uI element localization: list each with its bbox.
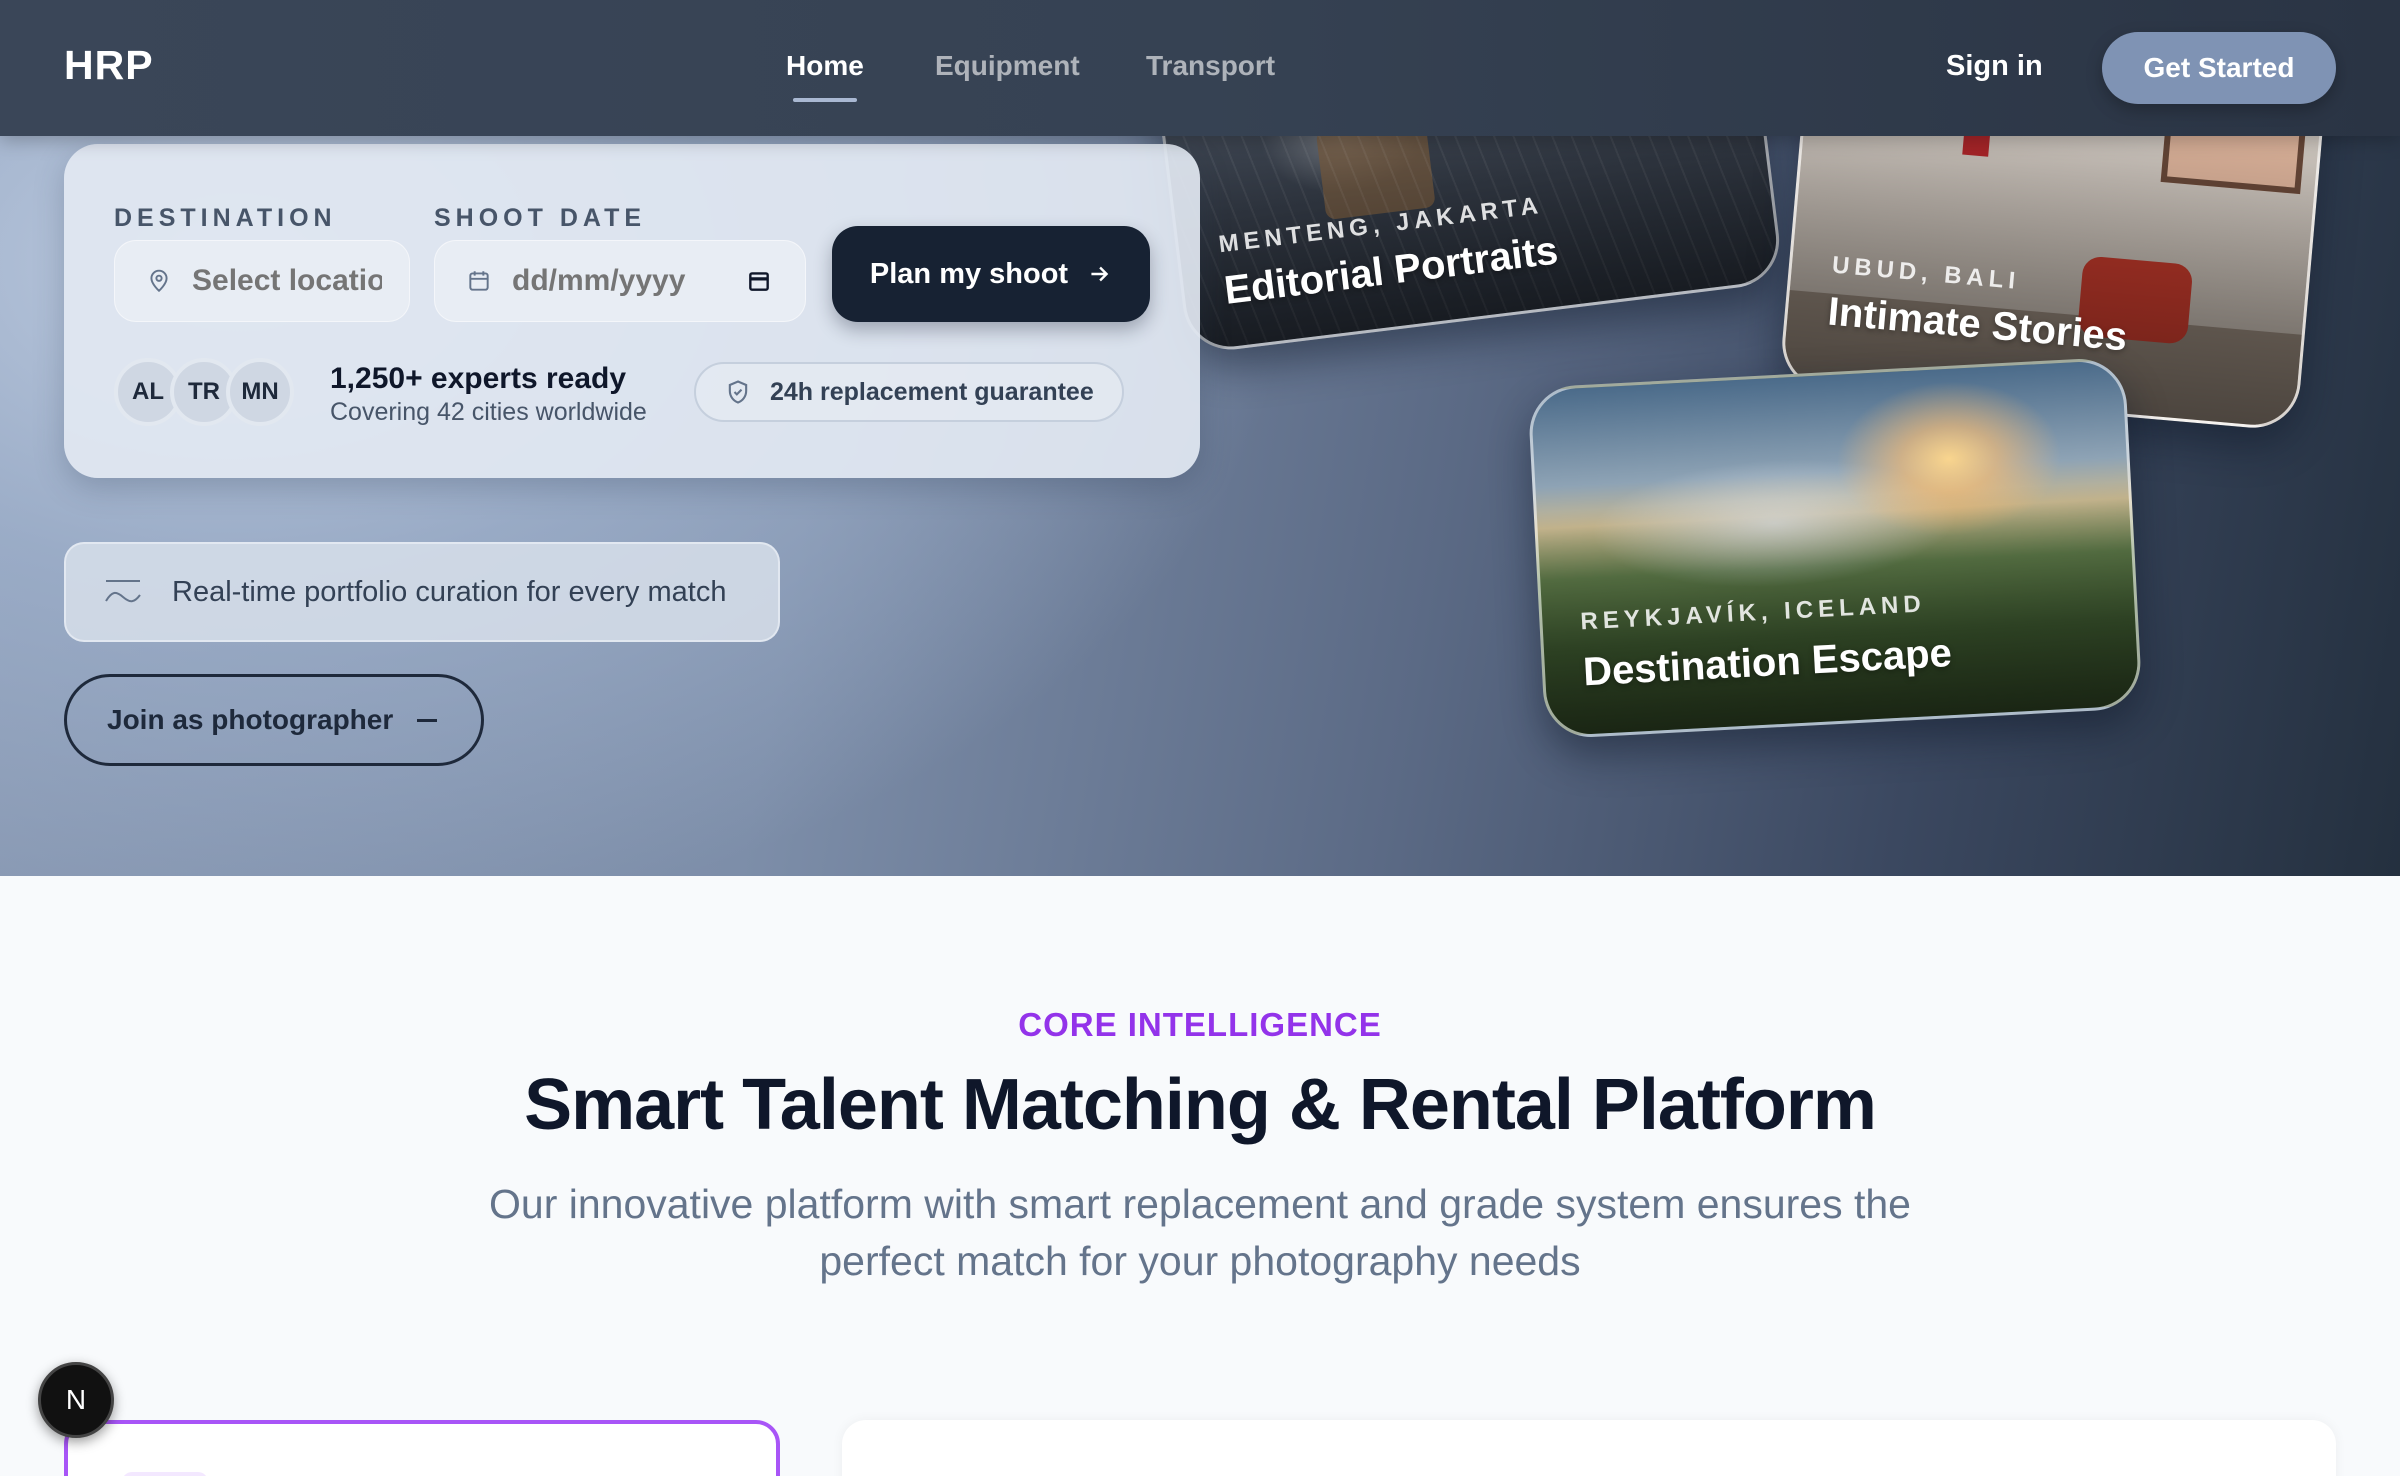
n-logo-icon: N: [66, 1384, 86, 1415]
search-card: DESTINATION SHOOT DATE Plan my shoot AL …: [64, 144, 1200, 478]
curation-text: Real-time portfolio curation for every m…: [172, 575, 727, 608]
plan-my-shoot-button[interactable]: Plan my shoot: [832, 226, 1150, 322]
shoot-date-input[interactable]: [512, 260, 712, 302]
map-pin-icon: [150, 269, 168, 293]
nextjs-dev-badge[interactable]: N: [38, 1362, 114, 1438]
plan-button-label: Plan my shoot: [869, 257, 1069, 290]
nav-home[interactable]: Home: [786, 50, 864, 102]
wave-icon: [105, 580, 141, 603]
guarantee-badge: 24h replacement guarantee: [694, 362, 1124, 422]
nav-transport[interactable]: Transport: [1146, 50, 1275, 82]
card-destination-escape[interactable]: REYKJAVÍK, ICELAND Destination Escape: [1527, 356, 2143, 740]
svg-text:N: N: [66, 1384, 86, 1415]
shoot-date-field[interactable]: [434, 240, 806, 322]
calendar-icon: [469, 271, 489, 291]
experts-count: 1,250+ experts ready: [330, 362, 627, 395]
shoot-date-label: SHOOT DATE: [434, 204, 647, 232]
calendar-picker-icon[interactable]: [746, 268, 772, 294]
destination-field[interactable]: [114, 240, 410, 322]
curation-banner: Real-time portfolio curation for every m…: [64, 542, 780, 642]
destination-input[interactable]: [192, 260, 382, 302]
section-subtitle: Our innovative platform with smart repla…: [489, 1181, 1911, 1284]
avatar: MN: [226, 358, 294, 426]
join-as-photographer-button[interactable]: Join as photographer: [64, 674, 484, 766]
dash-icon: [417, 718, 438, 722]
section-title: Smart Talent Matching & Rental Platform: [524, 1065, 1877, 1145]
section-kicker: CORE INTELLIGENCE: [1018, 1006, 1382, 1043]
coverage-text: Covering 42 cities worldwide: [330, 398, 647, 426]
feature-chip: [122, 1472, 208, 1476]
feature-card[interactable]: [842, 1420, 2336, 1476]
shield-check-icon: [728, 380, 748, 404]
get-started-button[interactable]: Get Started: [2102, 32, 2336, 104]
brand-logo[interactable]: HRP: [64, 42, 154, 89]
guarantee-text: 24h replacement guarantee: [770, 377, 1094, 406]
sign-in-link[interactable]: Sign in: [1946, 50, 2043, 83]
feature-card-selected[interactable]: [64, 1420, 780, 1476]
nav-equipment[interactable]: Equipment: [935, 50, 1080, 82]
active-underline: [793, 98, 857, 102]
top-navbar: HRP Home Equipment Transport Sign in Get…: [0, 0, 2400, 136]
arrow-right-icon: [1091, 266, 1109, 282]
destination-label: DESTINATION: [114, 204, 337, 232]
join-button-label: Join as photographer: [107, 704, 394, 735]
